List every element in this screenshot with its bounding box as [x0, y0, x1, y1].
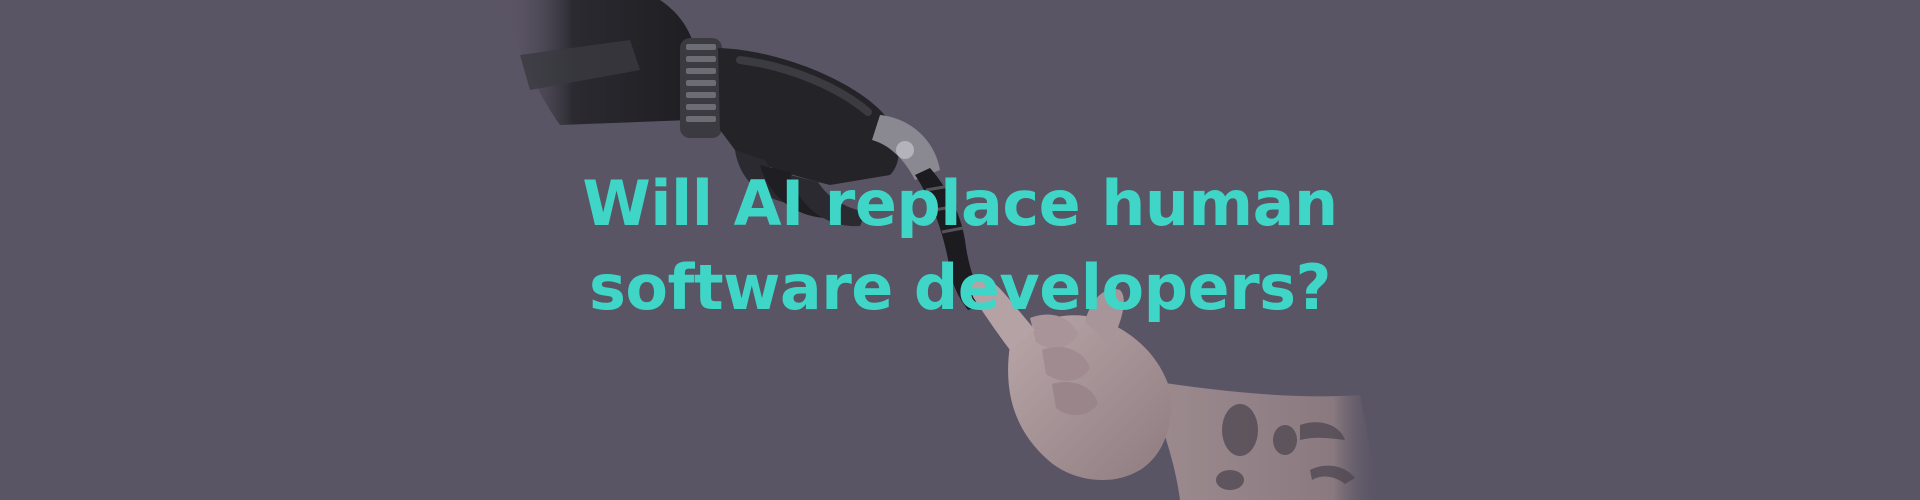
page-title: Will AI replace human software developer… — [0, 162, 1920, 330]
title-line-2: software developers? — [588, 251, 1332, 324]
title-line-1: Will AI replace human — [582, 167, 1338, 240]
hero-banner: Will AI replace human software developer… — [0, 0, 1920, 500]
